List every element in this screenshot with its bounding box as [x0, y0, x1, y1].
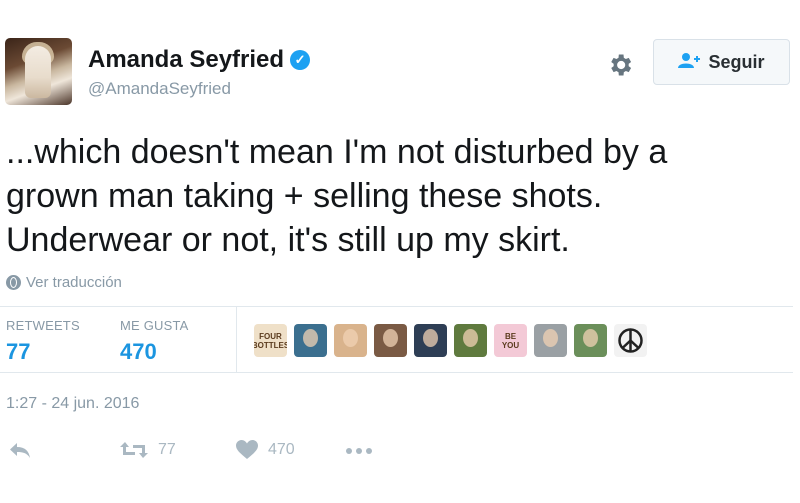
divider — [0, 372, 793, 373]
liker-avatar-photo — [423, 329, 438, 347]
divider — [0, 306, 793, 307]
retweet-button[interactable]: 77 — [120, 440, 176, 460]
liker-avatar-text-line: YOU — [501, 340, 520, 350]
translate-label: Ver traducción — [26, 274, 122, 291]
liker-avatar[interactable] — [614, 324, 647, 357]
liker-avatar[interactable]: BE YOU — [494, 324, 527, 357]
liker-avatar-text-line: BOTTLES — [254, 340, 287, 350]
liker-avatar-photo — [463, 329, 478, 347]
liker-avatar[interactable] — [294, 324, 327, 357]
avatar[interactable] — [5, 38, 72, 105]
liker-avatar-text-line: BE — [504, 331, 517, 341]
avatar-figure — [25, 46, 51, 98]
follow-button[interactable]: Seguir — [653, 39, 790, 85]
liker-avatar-text: BE YOU — [494, 324, 527, 357]
retweets-label[interactable]: RETWEETS — [6, 318, 80, 333]
stats-divider — [236, 307, 237, 372]
tweet-timestamp[interactable]: 1:27 - 24 jun. 2016 — [6, 395, 139, 413]
like-button[interactable]: 470 — [236, 440, 295, 460]
liker-avatar-photo — [543, 329, 558, 347]
retweet-count: 77 — [158, 441, 176, 458]
more-button[interactable] — [345, 440, 373, 460]
reply-icon — [10, 443, 30, 458]
likes-count[interactable]: 470 — [120, 339, 157, 365]
liker-avatar[interactable]: FOUR BOTTLES — [254, 324, 287, 357]
verified-badge-icon: ✓ — [290, 50, 311, 70]
gear-icon[interactable] — [606, 51, 634, 79]
liker-avatar[interactable] — [334, 324, 367, 357]
translate-link[interactable]: Ver traducción — [6, 274, 122, 291]
peace-icon — [618, 328, 643, 353]
liker-avatar-photo — [583, 329, 598, 347]
tweet-line: ...which doesn't mean I'm not disturbed … — [6, 133, 668, 171]
retweet-icon — [120, 442, 148, 458]
liker-avatar[interactable] — [374, 324, 407, 357]
liker-avatar-text-line: FOUR — [259, 331, 282, 341]
liker-avatar[interactable] — [534, 324, 567, 357]
profile-name[interactable]: Amanda Seyfried — [88, 46, 284, 74]
liker-avatar[interactable] — [414, 324, 447, 357]
retweets-count[interactable]: 77 — [6, 339, 30, 365]
tweet-text: ...which doesn't mean I'm not disturbed … — [6, 130, 786, 262]
likes-label[interactable]: ME GUSTA — [120, 318, 189, 333]
tweet-line: Underwear or not, it's still up my skirt… — [6, 221, 570, 259]
profile-name-row[interactable]: Amanda Seyfried ✓ — [88, 46, 311, 74]
reply-button[interactable] — [8, 440, 32, 460]
more-icon — [346, 448, 372, 454]
liker-avatars: FOUR BOTTLES BE YOU — [254, 324, 647, 357]
liker-avatar-photo — [303, 329, 318, 347]
follow-button-label: Seguir — [708, 51, 765, 72]
globe-icon — [6, 275, 21, 290]
liker-avatar-text: FOUR BOTTLES — [254, 324, 287, 357]
like-count: 470 — [268, 441, 295, 458]
tweet-line: grown man taking + selling these shots. — [6, 177, 603, 215]
heart-icon — [236, 440, 258, 459]
liker-avatar[interactable] — [454, 324, 487, 357]
profile-handle[interactable]: @AmandaSeyfried — [88, 79, 231, 99]
liker-avatar[interactable] — [574, 324, 607, 357]
liker-avatar-photo — [383, 329, 398, 347]
liker-avatar-photo — [343, 329, 358, 347]
add-user-icon — [678, 52, 701, 73]
